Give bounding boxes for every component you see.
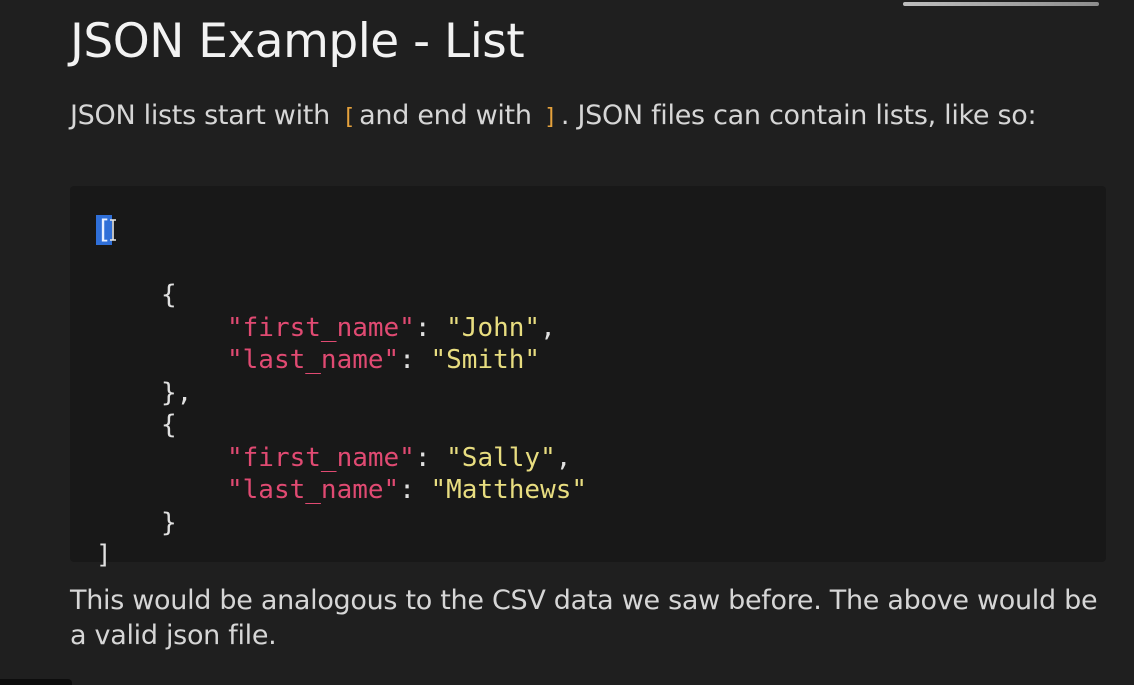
intro-text-middle: and end with [359,100,532,131]
json-value: "Sally" [446,442,556,473]
code-line-open-object: { [96,279,587,312]
inline-code-close-bracket: ] [543,105,557,130]
json-comma: , [555,442,572,473]
text-cursor-icon [110,219,116,241]
bottom-corner-bar [0,679,72,685]
json-separator: : [399,475,431,505]
json-key: "first_name" [227,442,415,473]
code-line-close-object: }, [96,377,587,410]
code-line-close-object: } [96,507,587,540]
json-value: "Smith" [430,345,541,375]
close-brace: }, [161,377,193,408]
top-scroll-indicator [903,2,1099,6]
intro-text-before: JSON lists start with [70,100,330,131]
json-key: "last_name" [227,345,400,375]
open-brace: { [161,410,177,440]
code-line-last-name: "last_name": "Smith" [96,344,587,377]
code-line-open-object: { [96,409,587,442]
intro-text-after: . JSON files can contain lists, like so: [560,100,1037,131]
code-line-open-list[interactable]: [ [96,214,587,247]
json-key: "last_name" [227,475,400,505]
json-separator: : [414,312,447,343]
outro-paragraph: This would be analogous to the CSV data … [70,585,1098,651]
code-line-close-list: ] [96,539,587,572]
page-title: JSON Example - List [70,14,525,69]
inline-code-open-bracket: [ [342,105,356,130]
json-value: "John" [446,312,541,343]
close-brace: } [161,507,177,538]
close-bracket: ] [96,540,112,570]
json-key: "first_name" [227,312,415,343]
code-line-first-name: "first_name": "John", [96,312,587,345]
json-separator: : [414,442,447,473]
intro-paragraph: JSON lists start with [and end with ]. J… [70,98,1110,135]
code-line-first-name: "first_name": "Sally", [96,442,587,475]
json-separator: : [399,345,431,375]
json-comma: , [540,312,556,343]
code-content[interactable]: [ { "first_name": "John", "last_name": "… [96,214,587,572]
code-line-last-name: "last_name": "Matthews" [96,474,587,507]
open-brace: { [161,280,177,310]
code-block[interactable]: [ { "first_name": "John", "last_name": "… [70,186,1106,570]
json-value: "Matthews" [430,475,588,505]
